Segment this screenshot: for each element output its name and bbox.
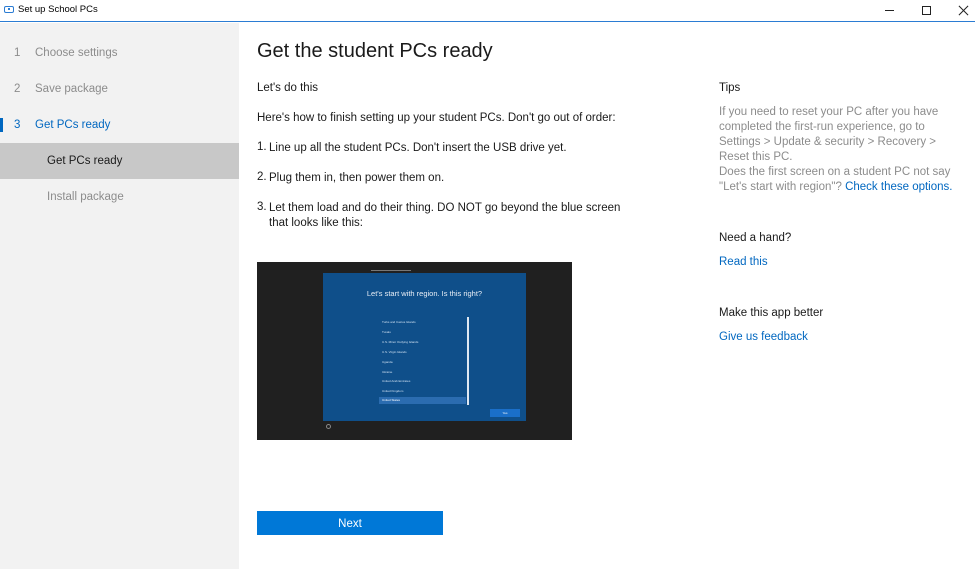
preview-list-item-selected: United States bbox=[379, 397, 466, 404]
preview-list-item: Tuvalu bbox=[382, 330, 391, 334]
check-options-link[interactable]: Check these options. bbox=[845, 181, 952, 193]
step-label: Get PCs ready bbox=[35, 119, 111, 131]
list-item-text: Line up all the student PCs. Don't inser… bbox=[269, 142, 567, 154]
preview-scrollbar bbox=[467, 317, 469, 405]
minimize-button[interactable] bbox=[869, 0, 909, 21]
sidebar-step-get-pcs-ready[interactable]: 3 Get PCs ready bbox=[0, 108, 239, 144]
preview-list-item: Turks and Caicos Islands bbox=[382, 320, 416, 324]
preview-yes-button: Yes bbox=[490, 409, 520, 417]
minimize-icon bbox=[884, 10, 894, 11]
preview-list-item: U.S. Virgin Islands bbox=[382, 350, 407, 354]
step-label: Choose settings bbox=[35, 47, 118, 59]
preview-list-item: U.S. Minor Outlying Islands bbox=[382, 340, 419, 344]
oobe-preview-image: Let's start with region. Is this right? … bbox=[257, 262, 572, 440]
tips-body: If you need to reset your PC after you h… bbox=[719, 105, 964, 195]
give-feedback-link[interactable]: Give us feedback bbox=[719, 331, 808, 343]
maximize-button[interactable] bbox=[906, 0, 946, 21]
list-item-text: Let them load and do their thing. DO NOT… bbox=[269, 202, 621, 229]
accessibility-icon bbox=[326, 424, 331, 429]
read-this-link[interactable]: Read this bbox=[719, 256, 768, 268]
list-number: 3. bbox=[257, 201, 267, 213]
tips-heading: Tips bbox=[719, 82, 741, 94]
preview-list-item: Uganda bbox=[382, 360, 393, 364]
sidebar-substep-install-package[interactable]: Install package bbox=[0, 179, 239, 215]
step-number: 3 bbox=[14, 119, 21, 131]
feedback-heading: Make this app better bbox=[719, 307, 824, 319]
substep-label: Get PCs ready bbox=[47, 155, 123, 167]
step-number: 2 bbox=[14, 83, 21, 95]
list-number: 1. bbox=[257, 141, 267, 153]
sidebar: 1 Choose settings 2 Save package 3 Get P… bbox=[0, 23, 239, 569]
preview-list-item: United Arab Emirates bbox=[382, 379, 411, 383]
sidebar-step-save-package[interactable]: 2 Save package bbox=[0, 72, 239, 108]
app-icon bbox=[4, 6, 14, 13]
page-title: Get the student PCs ready bbox=[257, 40, 493, 62]
preview-list-item: Ukraine bbox=[382, 370, 393, 374]
substep-label: Install package bbox=[47, 191, 124, 203]
preview-heading: Let's start with region. Is this right? bbox=[366, 289, 483, 298]
step-label: Save package bbox=[35, 83, 108, 95]
maximize-icon bbox=[921, 6, 931, 15]
sidebar-step-choose-settings[interactable]: 1 Choose settings bbox=[0, 36, 239, 72]
list-item-text: Plug them in, then power them on. bbox=[269, 172, 445, 184]
preview-blue-screen: Let's start with region. Is this right? … bbox=[323, 273, 526, 421]
instructions-text: Here's how to finish setting up your stu… bbox=[257, 112, 616, 124]
preview-divider bbox=[371, 270, 411, 271]
help-heading: Need a hand? bbox=[719, 232, 792, 244]
list-number: 2. bbox=[257, 171, 267, 183]
close-button[interactable] bbox=[943, 0, 975, 21]
tips-reset-text: If you need to reset your PC after you h… bbox=[719, 106, 939, 163]
sidebar-substep-get-pcs-ready[interactable]: Get PCs ready bbox=[0, 143, 239, 179]
window-title: Set up School PCs bbox=[18, 4, 98, 15]
preview-list-item: United Kingdom bbox=[382, 389, 404, 393]
next-button[interactable]: Next bbox=[257, 511, 443, 535]
close-icon bbox=[958, 5, 969, 16]
title-bar: Set up School PCs bbox=[0, 0, 975, 22]
intro-text: Let's do this bbox=[257, 82, 319, 94]
step-number: 1 bbox=[14, 47, 21, 59]
